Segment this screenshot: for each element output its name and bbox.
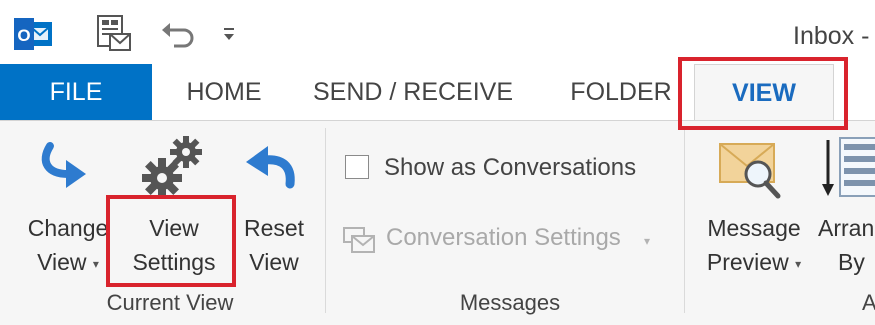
- group-label-current-view: Current View: [106, 290, 234, 315]
- highlight-view-settings: [106, 195, 236, 287]
- chevron-down-icon: ▾: [795, 256, 802, 271]
- change-view-label-2: View ▾: [20, 246, 116, 280]
- outlook-icon[interactable]: O: [14, 16, 54, 52]
- tab-folder[interactable]: FOLDER: [560, 64, 682, 120]
- conversation-icon: [343, 227, 375, 253]
- change-view-label-2-text: View: [37, 249, 87, 275]
- conversation-settings-button[interactable]: Conversation Settings ▾: [342, 218, 662, 258]
- highlight-view-tab: [678, 57, 848, 130]
- message-preview-label-2-text: Preview: [706, 249, 789, 275]
- gears-icon: [142, 136, 202, 198]
- reset-view-label-1: Reset: [243, 215, 305, 241]
- undo-icon[interactable]: [160, 20, 196, 50]
- group-separator: [325, 128, 326, 313]
- message-preview-label-2: Preview ▾: [692, 246, 816, 280]
- group-separator: [684, 128, 685, 313]
- show-as-conversations-checkbox[interactable]: [345, 155, 369, 179]
- envelope-magnifier-icon: [719, 143, 781, 199]
- tab-home[interactable]: HOME: [160, 64, 288, 120]
- reset-view-label-2: View: [249, 249, 299, 275]
- chevron-down-icon: ▾: [92, 256, 99, 271]
- conversation-settings-label: Conversation Settings: [386, 224, 621, 251]
- message-preview-label-1: Message: [707, 215, 801, 241]
- reset-icon: [246, 146, 295, 189]
- group-label-messages: Messages: [459, 290, 561, 315]
- tab-send-receive[interactable]: SEND / RECEIVE: [306, 64, 520, 120]
- chevron-down-icon: ▾: [644, 234, 651, 248]
- group-label-arrangement: A: [862, 290, 875, 315]
- tab-file[interactable]: FILE: [0, 64, 152, 120]
- send-receive-icon[interactable]: [96, 14, 132, 52]
- change-view-icon: [41, 142, 86, 188]
- change-view-label-1: Change: [27, 215, 109, 241]
- arrange-by-label-1: Arran: [818, 215, 875, 241]
- arrange-icon: [822, 137, 875, 197]
- arrange-by-label-2: By: [838, 249, 865, 275]
- show-as-conversations-label[interactable]: Show as Conversations: [384, 154, 636, 182]
- customize-qat-icon[interactable]: [222, 26, 236, 42]
- svg-text:O: O: [17, 26, 30, 45]
- window-title: Inbox -: [793, 22, 870, 50]
